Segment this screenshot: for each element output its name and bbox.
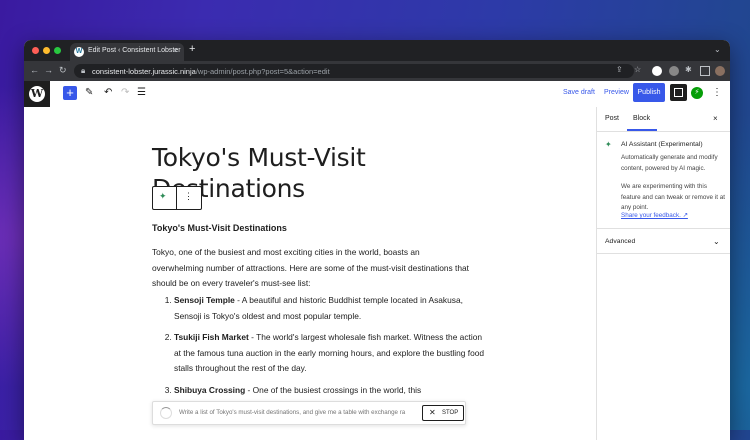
publish-button[interactable]: Publish	[633, 83, 665, 102]
lock-icon: 🔒︎	[81, 66, 86, 75]
ai-assistant-icon: ✦	[605, 140, 612, 149]
extension-icon[interactable]	[652, 66, 662, 76]
browser-window: W Edit Post ‹ Consistent Lobster × + ⌄ ←…	[24, 40, 730, 440]
browser-tab-bar: W Edit Post ‹ Consistent Lobster × + ⌄	[24, 40, 730, 61]
block-options-icon[interactable]: ⋮	[184, 191, 193, 202]
divider	[597, 228, 730, 229]
block-experimental-note: We are experimenting with this feature a…	[621, 183, 725, 211]
close-window-dot[interactable]	[32, 47, 39, 54]
list-item-name: Shibuya Crossing	[174, 384, 246, 395]
preview-button[interactable]: Preview	[604, 89, 629, 96]
editor-toolbar: W + ✎ ↶ ↷ ☰ Save draft Preview Publish ⚡…	[24, 81, 730, 108]
divider	[597, 253, 730, 254]
chevron-down-icon[interactable]: ⌄	[713, 237, 720, 246]
list-item[interactable]: Shibuya Crossing - One of the busiest cr…	[174, 383, 490, 399]
wordpress-logo-icon: W	[29, 86, 45, 102]
jetpack-icon[interactable]: ⚡︎	[691, 87, 703, 99]
settings-sidebar-toggle[interactable]	[670, 84, 687, 101]
toolbar-divider	[176, 187, 177, 209]
side-panel-icon[interactable]	[700, 66, 710, 76]
tab-close-icon[interactable]: ×	[173, 46, 178, 55]
url-host: consistent-lobster.jurassic.ninja	[92, 67, 196, 76]
address-bar-row: ← → ↻ 🔒︎ consistent-lobster.jurassic.nin…	[24, 61, 730, 81]
editor-canvas: Tokyo's Must-Visit Destinations ✦ ⋮ Toky…	[24, 107, 596, 440]
bookmark-star-icon[interactable]: ☆	[634, 65, 641, 74]
maximize-window-dot[interactable]	[54, 47, 61, 54]
post-paragraph[interactable]: Tokyo, one of the busiest and most excit…	[152, 245, 472, 292]
sidebar-icon	[674, 88, 683, 97]
document-overview-icon[interactable]: ☰	[137, 87, 146, 98]
tab-title: Edit Post ‹ Consistent Lobster	[88, 47, 181, 54]
list-item[interactable]: Sensoji Temple - A beautiful and histori…	[174, 293, 490, 324]
redo-icon[interactable]: ↷	[121, 87, 129, 98]
stop-button[interactable]: ✕ STOP	[422, 405, 464, 421]
more-options-button[interactable]: ⋮	[712, 87, 722, 98]
ai-prompt-bar: Write a list of Tokyo's must-visit desti…	[152, 401, 466, 425]
save-draft-button[interactable]: Save draft	[563, 89, 595, 96]
back-button[interactable]: ←	[30, 65, 39, 75]
list-item-name: Sensoji Temple	[174, 295, 235, 305]
divider	[597, 131, 730, 132]
add-block-button[interactable]: +	[63, 86, 77, 100]
new-tab-button[interactable]: +	[189, 43, 195, 55]
block-toolbar: ✦ ⋮	[152, 186, 202, 210]
settings-sidebar: Post Block × ✦ AI Assistant (Experimenta…	[596, 107, 730, 440]
undo-icon[interactable]: ↶	[104, 87, 112, 98]
ai-prompt-input[interactable]: Write a list of Tokyo's must-visit desti…	[179, 409, 421, 416]
block-name: AI Assistant (Experimental)	[621, 141, 703, 148]
list-item[interactable]: Tsukiji Fish Market - The world's larges…	[174, 330, 490, 377]
extension-icon[interactable]	[669, 66, 679, 76]
profile-avatar[interactable]	[715, 66, 725, 76]
post-heading[interactable]: Tokyo's Must-Visit Destinations	[152, 223, 287, 233]
close-sidebar-icon[interactable]: ×	[713, 114, 718, 123]
wordpress-favicon-icon: W	[74, 47, 84, 57]
close-icon: ✕	[429, 408, 436, 417]
forward-button[interactable]: →	[44, 65, 53, 75]
loading-spinner-icon	[160, 407, 172, 419]
minimize-window-dot[interactable]	[43, 47, 50, 54]
share-icon[interactable]: ⇪	[616, 65, 623, 74]
block-description: Automatically generate and modify conten…	[621, 154, 718, 172]
destinations-list[interactable]: Sensoji Temple - A beautiful and histori…	[160, 293, 490, 404]
advanced-panel-toggle[interactable]: Advanced	[605, 238, 635, 245]
url-text: consistent-lobster.jurassic.ninja/wp-adm…	[92, 67, 330, 76]
url-input[interactable]: 🔒︎ consistent-lobster.jurassic.ninja/wp-…	[74, 64, 634, 78]
list-item-text: - One of the busiest crossings in the wo…	[245, 384, 422, 395]
extensions-puzzle-icon[interactable]: ✱	[685, 65, 692, 74]
edit-pencil-icon[interactable]: ✎	[85, 87, 93, 98]
stop-label: STOP	[442, 410, 459, 416]
browser-tab-active[interactable]: W Edit Post ‹ Consistent Lobster ×	[70, 43, 184, 61]
reload-button[interactable]: ↻	[59, 65, 67, 76]
wordpress-logo-button[interactable]: W	[24, 81, 50, 107]
feedback-link[interactable]: Share your feedback. ↗	[621, 212, 688, 219]
tab-search-chevron-icon[interactable]: ⌄	[714, 45, 721, 54]
list-item-name: Tsukiji Fish Market	[174, 332, 249, 342]
tab-post[interactable]: Post	[605, 115, 619, 122]
tab-block[interactable]: Block	[633, 115, 650, 122]
url-path: /wp-admin/post.php?post=5&action=edit	[195, 67, 330, 76]
ai-assistant-icon[interactable]: ✦	[159, 191, 167, 202]
